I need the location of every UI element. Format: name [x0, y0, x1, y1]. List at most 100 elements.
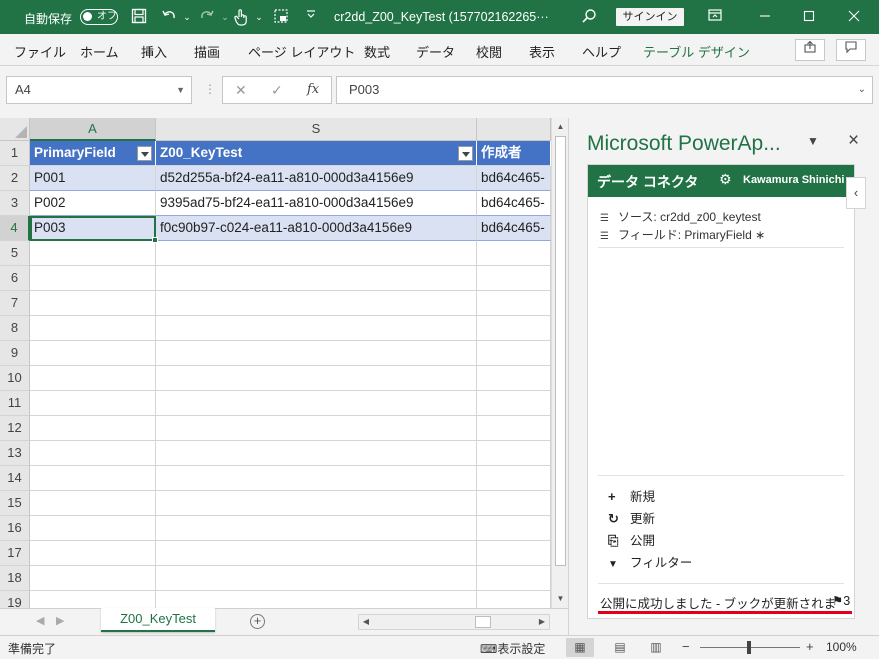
row-header[interactable]: 9 [0, 341, 30, 366]
chevron-down-icon[interactable]: ▼ [176, 77, 185, 103]
empty-cell[interactable] [30, 441, 156, 466]
empty-cell[interactable] [30, 316, 156, 341]
empty-cell[interactable] [30, 541, 156, 566]
add-sheet-icon[interactable]: + [250, 614, 265, 629]
table-header-cell[interactable]: PrimaryField [30, 141, 156, 166]
empty-cell[interactable] [30, 341, 156, 366]
zoom-slider-thumb[interactable] [747, 641, 751, 654]
ribbon-display-icon[interactable] [694, 0, 736, 34]
empty-cell[interactable] [156, 341, 477, 366]
empty-cell[interactable] [30, 491, 156, 516]
empty-cell[interactable] [477, 266, 551, 291]
empty-cell[interactable] [30, 416, 156, 441]
tab-review[interactable]: 校閲 [476, 42, 502, 61]
display-settings-button[interactable]: ⌨表示設定 [480, 640, 545, 657]
empty-cell[interactable] [156, 541, 477, 566]
row-header[interactable]: 3 [0, 191, 30, 216]
touch-dropdown-icon[interactable]: ⌄ [250, 8, 268, 26]
signin-button[interactable]: サインイン [616, 8, 684, 26]
scroll-up-icon[interactable]: ▲ [552, 118, 568, 135]
empty-cell[interactable] [477, 516, 551, 541]
empty-cell[interactable] [156, 416, 477, 441]
empty-cell[interactable] [477, 366, 551, 391]
empty-cell[interactable] [30, 266, 156, 291]
tab-data[interactable]: データ [416, 42, 455, 61]
tab-insert[interactable]: 挿入 [141, 42, 167, 61]
empty-cell[interactable] [30, 591, 156, 608]
scrollbar-thumb[interactable] [555, 136, 566, 566]
expand-formula-icon[interactable]: ⌄ [858, 77, 866, 103]
undo-dropdown-icon[interactable]: ⌄ [178, 8, 196, 26]
collapse-panel-icon[interactable]: ‹ [846, 177, 866, 209]
table-cell[interactable]: 9395ad75-bf24-ea11-a810-000d3a4156e9 [156, 191, 477, 216]
table-cell[interactable]: bd64c465- [477, 216, 551, 241]
select-all-button[interactable] [0, 118, 30, 141]
empty-cell[interactable] [477, 491, 551, 516]
column-header-s[interactable]: S [156, 118, 477, 141]
empty-cell[interactable] [477, 591, 551, 608]
sheet-next-icon[interactable]: ▶ [56, 614, 64, 627]
filter-dropdown-icon[interactable] [458, 146, 473, 161]
empty-cell[interactable] [477, 391, 551, 416]
empty-cell[interactable] [30, 466, 156, 491]
field-info[interactable]: ☰ フィールド: PrimaryField ∗ [600, 226, 765, 243]
tab-file[interactable]: ファイル [14, 42, 66, 61]
empty-cell[interactable] [477, 441, 551, 466]
empty-cell[interactable] [477, 416, 551, 441]
insert-function-icon[interactable]: fx [307, 82, 319, 97]
row-header[interactable]: 8 [0, 316, 30, 341]
row-header[interactable]: 15 [0, 491, 30, 516]
empty-cell[interactable] [477, 241, 551, 266]
empty-cell[interactable] [477, 316, 551, 341]
empty-cell[interactable] [30, 241, 156, 266]
row-header[interactable]: 6 [0, 266, 30, 291]
filter-dropdown-icon[interactable] [137, 146, 152, 161]
column-header-a[interactable]: A [30, 118, 156, 141]
scroll-down-icon[interactable]: ▼ [552, 590, 568, 607]
name-box[interactable]: A4 ▼ [6, 76, 192, 104]
search-icon[interactable] [580, 8, 598, 26]
row-header[interactable]: 10 [0, 366, 30, 391]
empty-cell[interactable] [156, 591, 477, 608]
normal-view-icon[interactable]: ▦ [566, 638, 594, 657]
comments-button[interactable] [836, 39, 866, 61]
tab-help[interactable]: ヘルプ [582, 42, 621, 61]
empty-cell[interactable] [156, 291, 477, 316]
empty-cell[interactable] [477, 341, 551, 366]
empty-cell[interactable] [156, 391, 477, 416]
table-cell[interactable]: bd64c465- [477, 191, 551, 216]
empty-cell[interactable] [477, 466, 551, 491]
zoom-in-icon[interactable]: + [806, 639, 814, 654]
row-header[interactable]: 13 [0, 441, 30, 466]
row-header[interactable]: 1 [0, 141, 30, 166]
hscroll-thumb[interactable] [475, 616, 491, 628]
table-cell[interactable]: P002 [30, 191, 156, 216]
empty-cell[interactable] [30, 391, 156, 416]
undo-icon[interactable] [160, 8, 178, 26]
new-button[interactable]: + 新規 [608, 486, 655, 505]
source-info[interactable]: ☰ ソース: cr2dd_z00_keytest [600, 208, 761, 225]
publish-button[interactable]: ⎘ 公開 [608, 530, 655, 549]
empty-cell[interactable] [30, 566, 156, 591]
table-header-cell[interactable]: 作成者 [477, 141, 551, 166]
tab-draw[interactable]: 描画 [194, 42, 220, 61]
empty-cell[interactable] [156, 466, 477, 491]
sheet-tab[interactable]: Z00_KeyTest [101, 608, 215, 632]
close-icon[interactable] [833, 0, 875, 34]
row-header[interactable]: 5 [0, 241, 30, 266]
tab-view[interactable]: 表示 [529, 42, 555, 61]
gear-icon[interactable]: ⚙ [719, 171, 732, 188]
maximize-icon[interactable] [788, 0, 830, 34]
table-cell[interactable]: d52d255a-bf24-ea11-a810-000d3a4156e9 [156, 166, 477, 191]
row-header[interactable]: 19 [0, 591, 30, 608]
screenshot-icon[interactable] [272, 8, 290, 26]
zoom-level[interactable]: 100% [826, 640, 857, 654]
row-header[interactable]: 16 [0, 516, 30, 541]
save-icon[interactable] [130, 8, 148, 26]
cancel-icon[interactable]: ✕ [235, 82, 247, 99]
touch-mode-icon[interactable] [232, 8, 250, 26]
empty-cell[interactable] [30, 291, 156, 316]
table-header-cell[interactable]: Z00_KeyTest [156, 141, 477, 166]
redo-icon[interactable] [198, 8, 216, 26]
fill-handle[interactable] [152, 237, 158, 243]
